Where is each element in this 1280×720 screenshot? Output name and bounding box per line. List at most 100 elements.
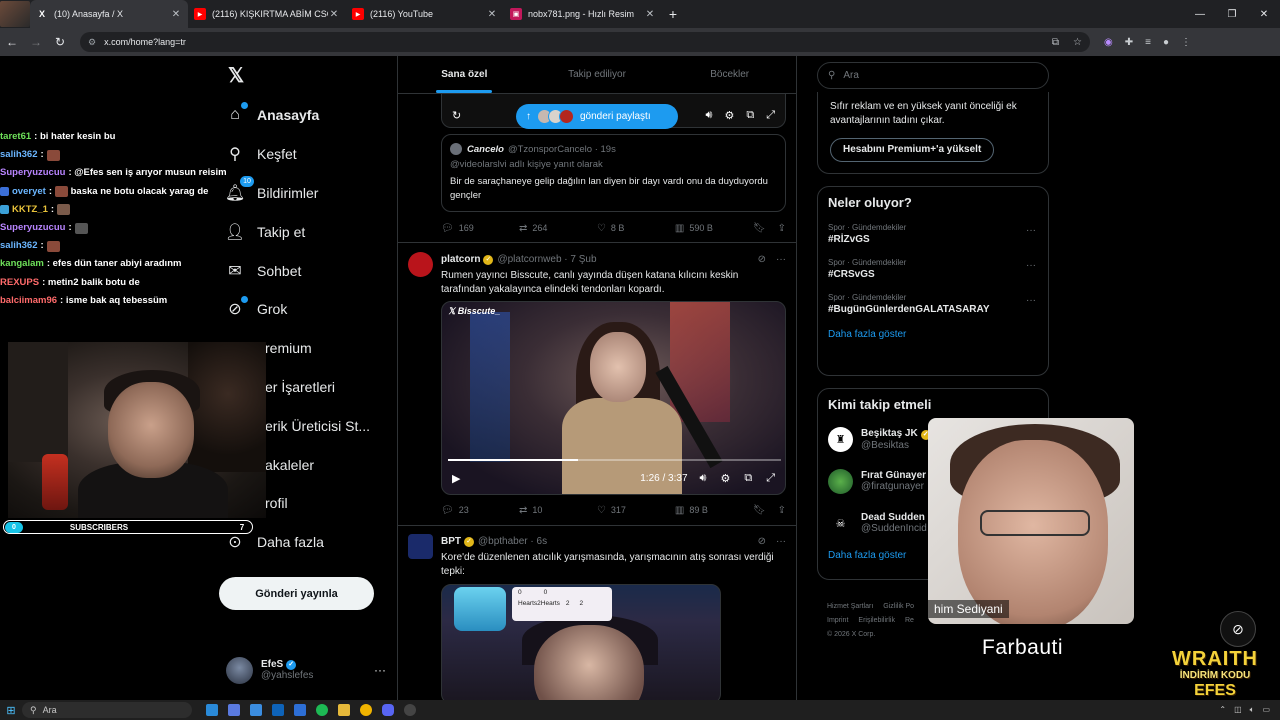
- mail-icon[interactable]: [294, 704, 306, 716]
- repost-button[interactable]: ⇄ 264: [519, 223, 597, 234]
- photos-icon[interactable]: [250, 704, 262, 716]
- search-input[interactable]: ⚲ Ara: [817, 62, 1049, 89]
- footer-link[interactable]: Re: [905, 617, 914, 624]
- puzzle-icon[interactable]: ✚: [1125, 37, 1133, 48]
- views-button[interactable]: ▥ 590 B: [675, 223, 753, 234]
- discord-icon[interactable]: [382, 704, 394, 716]
- nav-home[interactable]: ⌂ Anasayfa: [224, 96, 384, 135]
- pip-icon[interactable]: ⧉: [746, 109, 754, 122]
- nav-follow[interactable]: 👤︎ Takip et: [224, 212, 384, 251]
- fullscreen-icon[interactable]: ⤢: [766, 109, 775, 122]
- notification-icon[interactable]: ▭: [1262, 705, 1270, 715]
- volume-icon[interactable]: 🔈︎: [1250, 705, 1255, 715]
- chrome-icon[interactable]: [360, 704, 372, 716]
- close-icon[interactable]: ✕: [644, 9, 656, 20]
- footer-link[interactable]: Gizlilik Po: [883, 603, 914, 610]
- nav-grok[interactable]: ⊘ Grok: [224, 290, 384, 329]
- grok-icon[interactable]: ⊘: [758, 254, 766, 265]
- x-logo[interactable]: 𝕏: [226, 66, 246, 86]
- file-explorer-icon[interactable]: [338, 704, 350, 716]
- store-icon[interactable]: [228, 704, 240, 716]
- post-button[interactable]: Gönderi yayınla: [219, 577, 374, 610]
- address-bar[interactable]: ⚙ x.com/home?lang=tr ⧉ ☆: [80, 32, 1090, 52]
- more-dots-icon[interactable]: ···: [776, 536, 786, 547]
- footer-link[interactable]: Erişilebilirlik: [858, 617, 895, 624]
- reply-button[interactable]: 💬︎ 23: [441, 505, 519, 516]
- windows-start-icon[interactable]: ⊞: [0, 704, 22, 717]
- footer-link[interactable]: Imprint: [827, 617, 848, 624]
- video-progress-bar[interactable]: [448, 459, 781, 461]
- quoted-reply[interactable]: Cancelo @TzonsporCancelo · 19s @videolar…: [441, 134, 786, 212]
- play-icon[interactable]: ▶: [452, 472, 460, 485]
- tray-chevron-icon[interactable]: ⌃: [1219, 705, 1226, 715]
- settings-gear-icon[interactable]: ⚙: [724, 109, 734, 122]
- nav-explore[interactable]: ⚲ Keşfet: [224, 135, 384, 174]
- like-button[interactable]: ♡ 8 B: [597, 223, 675, 234]
- spotify-icon[interactable]: [316, 704, 328, 716]
- menu-dots-icon[interactable]: ⋮: [1181, 37, 1191, 48]
- grok-icon[interactable]: ⊘: [1220, 611, 1256, 647]
- footer-link[interactable]: Hizmet Şartları: [827, 603, 873, 610]
- settings-gear-icon[interactable]: ⚙: [720, 472, 730, 485]
- close-icon[interactable]: ✕: [486, 9, 498, 20]
- account-switcher[interactable]: EfeS ✓ @yahslefes ···: [226, 653, 386, 687]
- more-dots-icon[interactable]: ···: [1026, 225, 1036, 236]
- new-posts-pill[interactable]: ↑ gönderi paylaştı: [516, 104, 678, 129]
- tab-x-home[interactable]: X (10) Anasayfa / X ✕: [30, 0, 188, 28]
- bookmark-star-icon[interactable]: ☆: [1073, 37, 1082, 48]
- reply-button[interactable]: 💬︎ 169: [441, 223, 519, 234]
- nav-chat[interactable]: ✉ Sohbet: [224, 251, 384, 290]
- more-dots-icon[interactable]: ···: [1026, 295, 1036, 306]
- trend-item[interactable]: Spor · Gündemdekiler #CRSvGS ···: [828, 258, 1038, 280]
- back-icon[interactable]: ←: [0, 35, 24, 49]
- taskbar-search[interactable]: ⚲ Ara: [22, 702, 192, 718]
- like-button[interactable]: ♡ 317: [597, 505, 675, 516]
- forward-icon[interactable]: →: [24, 35, 48, 49]
- new-tab-button[interactable]: +: [662, 6, 684, 22]
- volume-icon[interactable]: 🔊︎: [700, 472, 707, 485]
- trend-item[interactable]: Spor · Gündemdekiler #RİZvGS ···: [828, 223, 1038, 245]
- pip-icon[interactable]: ⧉: [744, 472, 752, 485]
- more-dots-icon[interactable]: ···: [1026, 260, 1036, 271]
- share-icon[interactable]: ⇪: [778, 223, 786, 234]
- nav-notifications[interactable]: 🔔︎ 10 Bildirimler: [224, 174, 384, 213]
- fullscreen-icon[interactable]: ⤢: [766, 472, 775, 485]
- close-icon[interactable]: ✕: [328, 9, 340, 20]
- score-row: Hearts2Hearts 2 2: [512, 598, 612, 609]
- replay-icon[interactable]: ↻: [452, 109, 461, 122]
- network-icon[interactable]: ◫: [1234, 705, 1242, 715]
- tab-image-host[interactable]: ▣ nobx781.png - Hızlı Resim ✕: [504, 0, 662, 28]
- site-info-icon[interactable]: ⚙: [88, 37, 96, 48]
- video-player[interactable]: 00 Hearts2Hearts 2 2: [441, 584, 721, 700]
- minimize-icon[interactable]: —: [1184, 9, 1216, 20]
- more-dots-icon[interactable]: ···: [776, 254, 786, 265]
- share-icon[interactable]: ⇪: [778, 505, 786, 516]
- close-icon[interactable]: ✕: [170, 9, 182, 20]
- bookmark-icon[interactable]: 🔖︎: [753, 505, 766, 516]
- grok-icon[interactable]: ⊘: [758, 536, 766, 547]
- profile-icon[interactable]: ●: [1163, 37, 1169, 48]
- bookmark-icon[interactable]: 🔖︎: [753, 223, 766, 234]
- show-more-link[interactable]: Daha fazla göster: [828, 329, 1038, 340]
- tab-search-icon[interactable]: ≡: [1145, 37, 1151, 48]
- browser-profile-avatar[interactable]: [0, 1, 30, 27]
- volume-icon[interactable]: 🔊︎: [706, 109, 713, 122]
- tab-youtube-home[interactable]: ▶ (2116) YouTube ✕: [346, 0, 504, 28]
- reload-icon[interactable]: ↻: [48, 35, 72, 49]
- views-button[interactable]: ▥ 89 B: [675, 505, 753, 516]
- tab-for-you[interactable]: Sana özel: [398, 56, 531, 93]
- outlook-icon[interactable]: [272, 704, 284, 716]
- tab-youtube-video[interactable]: ▶ (2116) KIŞKIRTMA ABİM CSGO ✕: [188, 0, 346, 28]
- tab-following[interactable]: Takip ediliyor: [531, 56, 664, 93]
- edge-icon[interactable]: [206, 704, 218, 716]
- obs-icon[interactable]: [404, 704, 416, 716]
- repost-button[interactable]: ⇄ 10: [519, 505, 597, 516]
- install-app-icon[interactable]: ⧉: [1052, 37, 1059, 48]
- premium-upgrade-button[interactable]: Hesabını Premium+'a yükselt: [830, 138, 995, 162]
- video-player[interactable]: 𝕏 Bisscute_ ▶ 1:26 / 3:37 🔊︎ ⚙ ⧉ ⤢: [441, 301, 786, 495]
- tab-bugs[interactable]: Böcekler: [663, 56, 796, 93]
- close-window-icon[interactable]: ✕: [1248, 9, 1280, 20]
- restore-icon[interactable]: ❐: [1216, 9, 1248, 20]
- extension-icon[interactable]: ◉: [1104, 37, 1113, 48]
- trend-item[interactable]: Spor · Gündemdekiler #BugünGünlerdenGALA…: [828, 293, 1038, 315]
